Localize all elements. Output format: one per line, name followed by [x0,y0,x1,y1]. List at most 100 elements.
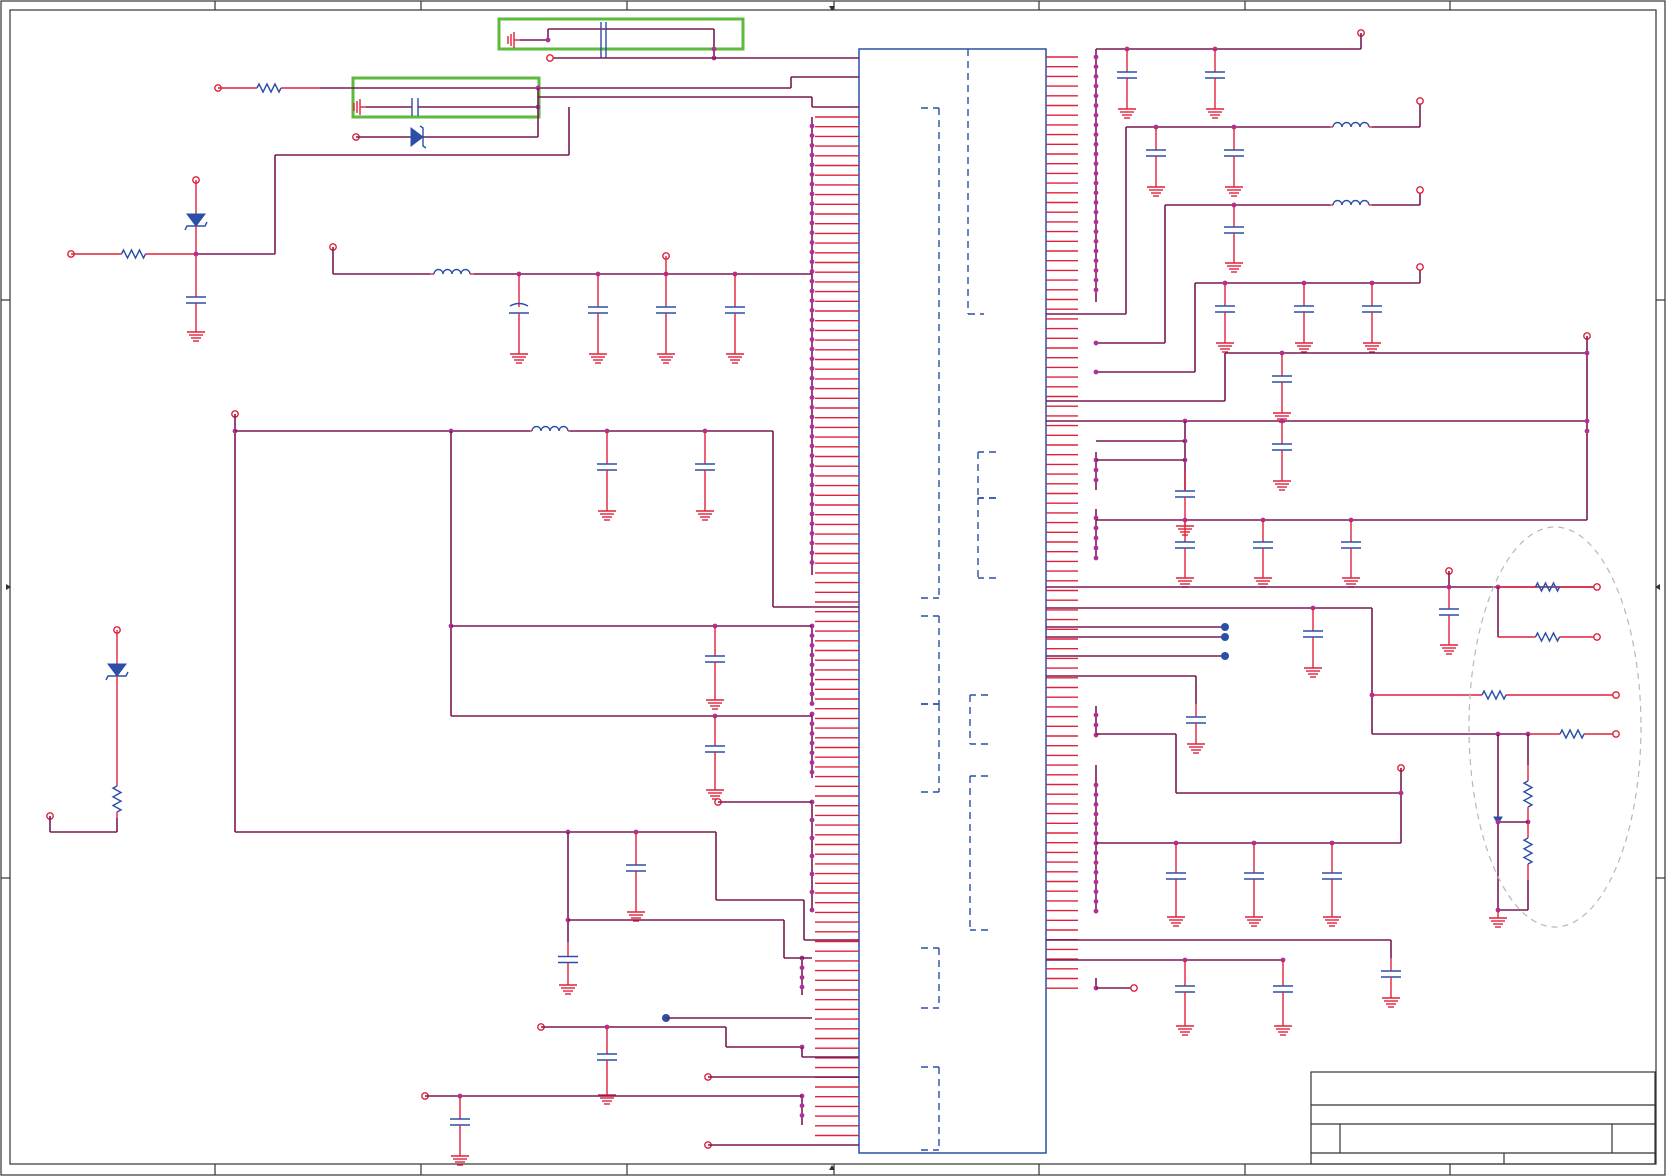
junction-dot [1093,132,1099,138]
junction-dot [809,337,815,342]
capacitor-icon [1322,843,1342,927]
junction-dot [809,472,815,478]
inductor-coil [433,268,471,275]
junction-dot [799,975,805,980]
ground-icon [706,692,724,710]
outer-border [0,0,1666,1176]
junction-dot [1093,792,1099,798]
capacitor-icon [1341,520,1361,588]
ground-icon [726,346,744,364]
ground-icon [1274,1018,1292,1036]
junction-dot [809,210,815,216]
capacitor-icon [597,1027,617,1105]
junction-dot [809,375,815,381]
port-icon [1416,97,1424,105]
junction-dot [809,643,815,648]
capacitor-icon [705,716,725,800]
resistor-icon [1498,631,1597,643]
junction-dot [1093,190,1099,196]
junction-dot [809,740,815,746]
junction-dot [1093,83,1099,89]
junction-dot [809,672,815,677]
junction-dot [809,434,815,439]
junction-dot [809,366,815,371]
junction-dot [809,560,815,565]
junction-dot [809,721,815,727]
junction-dot [809,259,815,265]
capacitor-icon [1224,205,1244,273]
ground-icon [1323,909,1341,927]
junction-dot [809,769,815,775]
capacitor-icon [1294,283,1314,353]
junction-dot [809,731,815,736]
resistor-body [111,785,123,813]
junction-dot [809,453,815,459]
junction-dot [809,404,815,410]
junction-dot [809,889,815,895]
junction-dot [1093,869,1099,875]
capacitor-icon [450,1096,470,1166]
junction-dot [1093,545,1099,551]
resistor-icon [218,82,320,94]
ground-icon [1273,473,1291,491]
junction-dot [1093,54,1099,60]
junction-dot [1093,850,1099,856]
junction-dot [809,181,815,187]
junction-dot [809,172,815,177]
test-point-icon [1221,652,1229,660]
ground-icon [451,1148,469,1166]
ground-icon [1245,909,1263,927]
junction-dot [1093,369,1099,375]
capacitor-icon [1273,960,1293,1036]
junction-dot [1093,467,1099,473]
junction-dot [809,162,815,168]
zener-body [186,213,206,227]
junction-dot [809,298,815,303]
capacitor-icon [1205,49,1225,119]
junction-dot [809,492,815,497]
resistor-icon [71,248,196,260]
junction-dot [1093,477,1099,483]
resistor-body [1522,837,1534,865]
junction-dot [1093,141,1099,147]
left-bus [799,117,815,1125]
junction-dot [1093,180,1099,186]
junction-dot [809,652,815,658]
junction-dot [1584,418,1590,424]
ground-icon [507,32,520,48]
junction-dot [1093,268,1099,273]
ic-left-pins [815,116,859,1137]
junction-dot [809,123,815,129]
resistor-body [1522,780,1534,808]
junction-dot [809,230,815,236]
resistor-icon [1498,581,1597,593]
junction-dot [1093,103,1099,108]
junction-dot [1093,93,1099,99]
capacitor-icon [1244,843,1264,927]
capacitor-icon [1272,421,1292,491]
capacitor-icon [1215,283,1235,353]
junction-dot [1093,219,1099,225]
resistor-body [120,248,147,260]
capacitor-icon [1439,587,1459,655]
resistor-body [1534,631,1561,643]
junction-dot [809,385,815,391]
junction-dot [809,307,815,313]
junction-dot [809,356,815,362]
ground-icon [1304,660,1322,678]
junction-dot [1093,889,1099,895]
ground-icon [589,346,607,364]
ground-icon [1176,570,1194,588]
junction-dot [1093,64,1099,70]
inductor-coil [1332,121,1370,128]
junction-dot [809,701,815,706]
capacitor-icon [705,626,725,710]
port-icon [1130,984,1138,992]
port-icon [1593,583,1601,591]
junction-dot [809,817,815,823]
ground-icon [1254,570,1272,588]
sheet-frame [0,0,1666,1176]
resistor-icon [1528,728,1616,740]
ic-right-pins [1046,56,1078,989]
capacitor-icon [1224,127,1244,197]
